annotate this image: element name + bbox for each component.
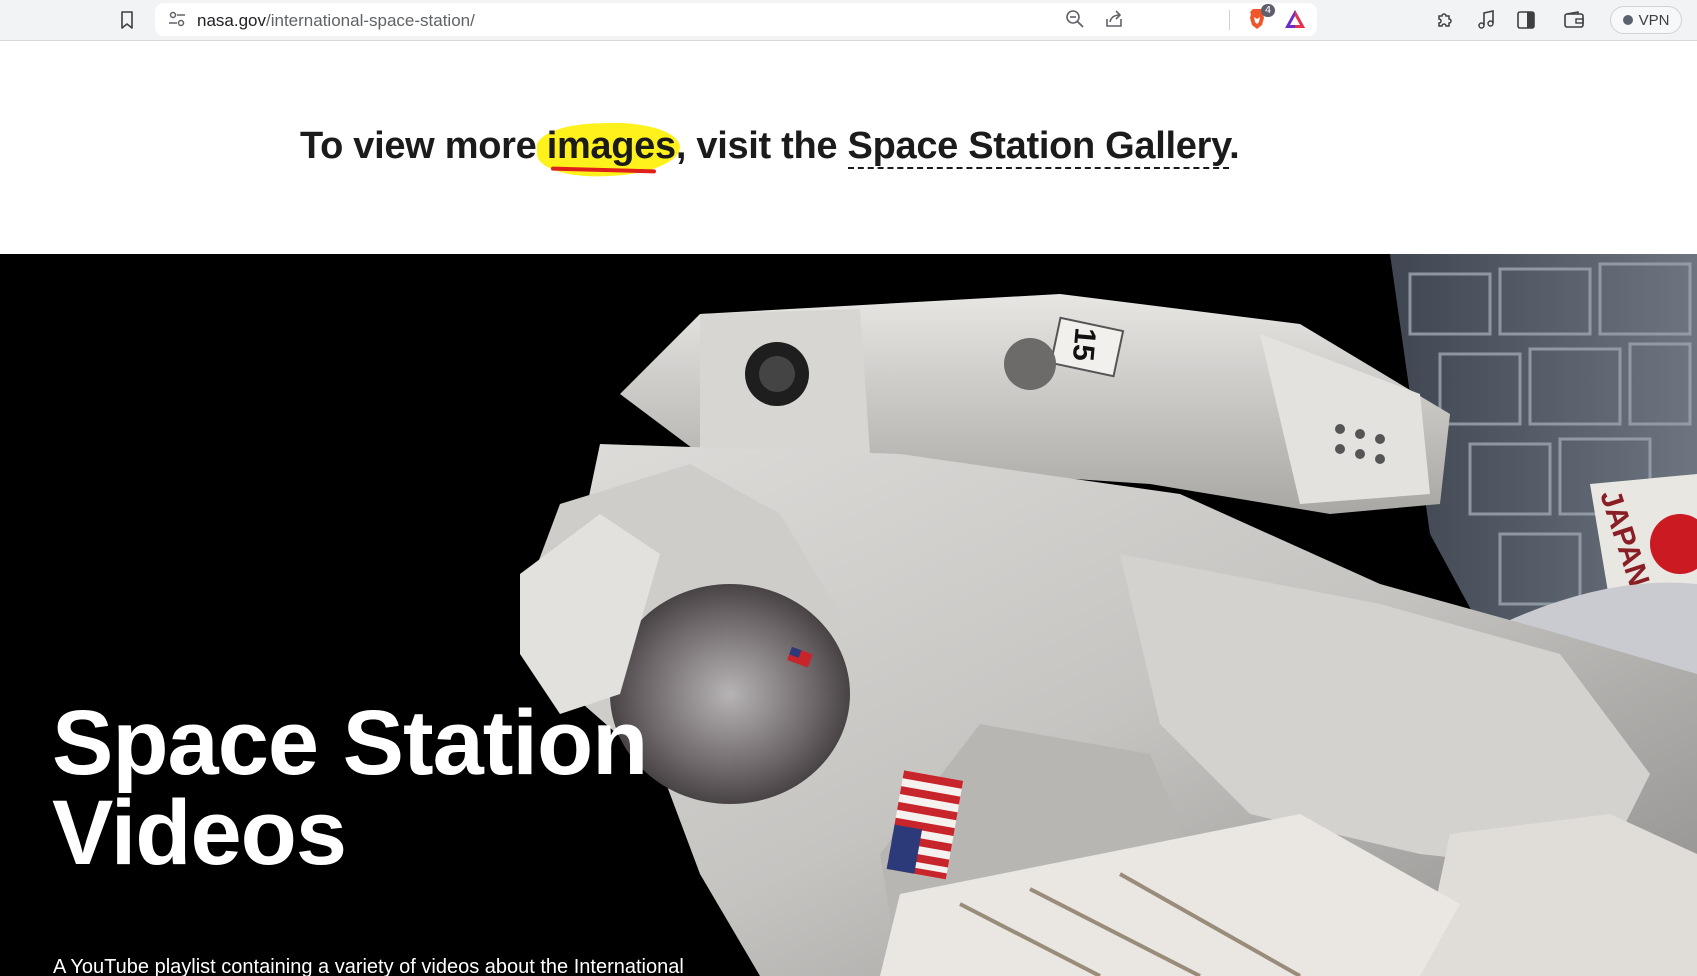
hero-description: A YouTube playlist containing a variety … (53, 956, 684, 976)
brave-shields-icon[interactable]: 4 (1245, 4, 1275, 31)
media-music-icon[interactable] (1473, 7, 1499, 33)
gallery-suffix: . (1229, 125, 1240, 167)
zoom-icon[interactable] (1063, 7, 1087, 31)
extensions-icon[interactable] (1432, 7, 1458, 33)
gallery-prefix: To view more (300, 125, 547, 167)
highlighted-word: images (546, 125, 676, 167)
site-settings-icon[interactable] (165, 7, 189, 31)
gallery-sentence: To view more images, visit the Space Sta… (300, 125, 1240, 169)
url-text[interactable]: nasa.gov/international-space-station/ (197, 11, 475, 31)
hero-title-line1: Space Station (52, 692, 648, 794)
omnibox-divider (1229, 10, 1230, 30)
hero-title: Space Station Videos (52, 697, 648, 879)
wallet-icon[interactable] (1561, 7, 1587, 33)
vpn-label: VPN (1638, 11, 1670, 29)
gallery-callout: To view more images, visit the Space Sta… (0, 41, 1697, 254)
bookmark-icon[interactable] (114, 7, 140, 33)
sidebar-toggle-icon[interactable] (1513, 7, 1539, 33)
url-domain: nasa.gov (197, 11, 266, 30)
vpn-status-icon (1622, 15, 1633, 25)
address-bar[interactable]: nasa.gov/international-space-station/ 4 (155, 3, 1317, 36)
vpn-button[interactable]: VPN (1610, 6, 1682, 34)
browser-toolbar: nasa.gov/international-space-station/ 4 … (0, 0, 1697, 41)
share-icon[interactable] (1102, 7, 1126, 31)
space-station-gallery-link[interactable]: Space Station Gallery (847, 125, 1229, 169)
hero-section: JAPAN 15 Space Station Videos A YouTube … (0, 254, 1697, 976)
hero-title-line2: Videos (52, 782, 347, 884)
gallery-middle: , visit the (675, 125, 848, 167)
brave-rewards-icon[interactable] (1283, 7, 1307, 31)
shields-count-badge: 4 (1261, 4, 1275, 17)
url-path: /international-space-station/ (266, 11, 475, 30)
suit-number-15: 15 (1066, 326, 1102, 362)
